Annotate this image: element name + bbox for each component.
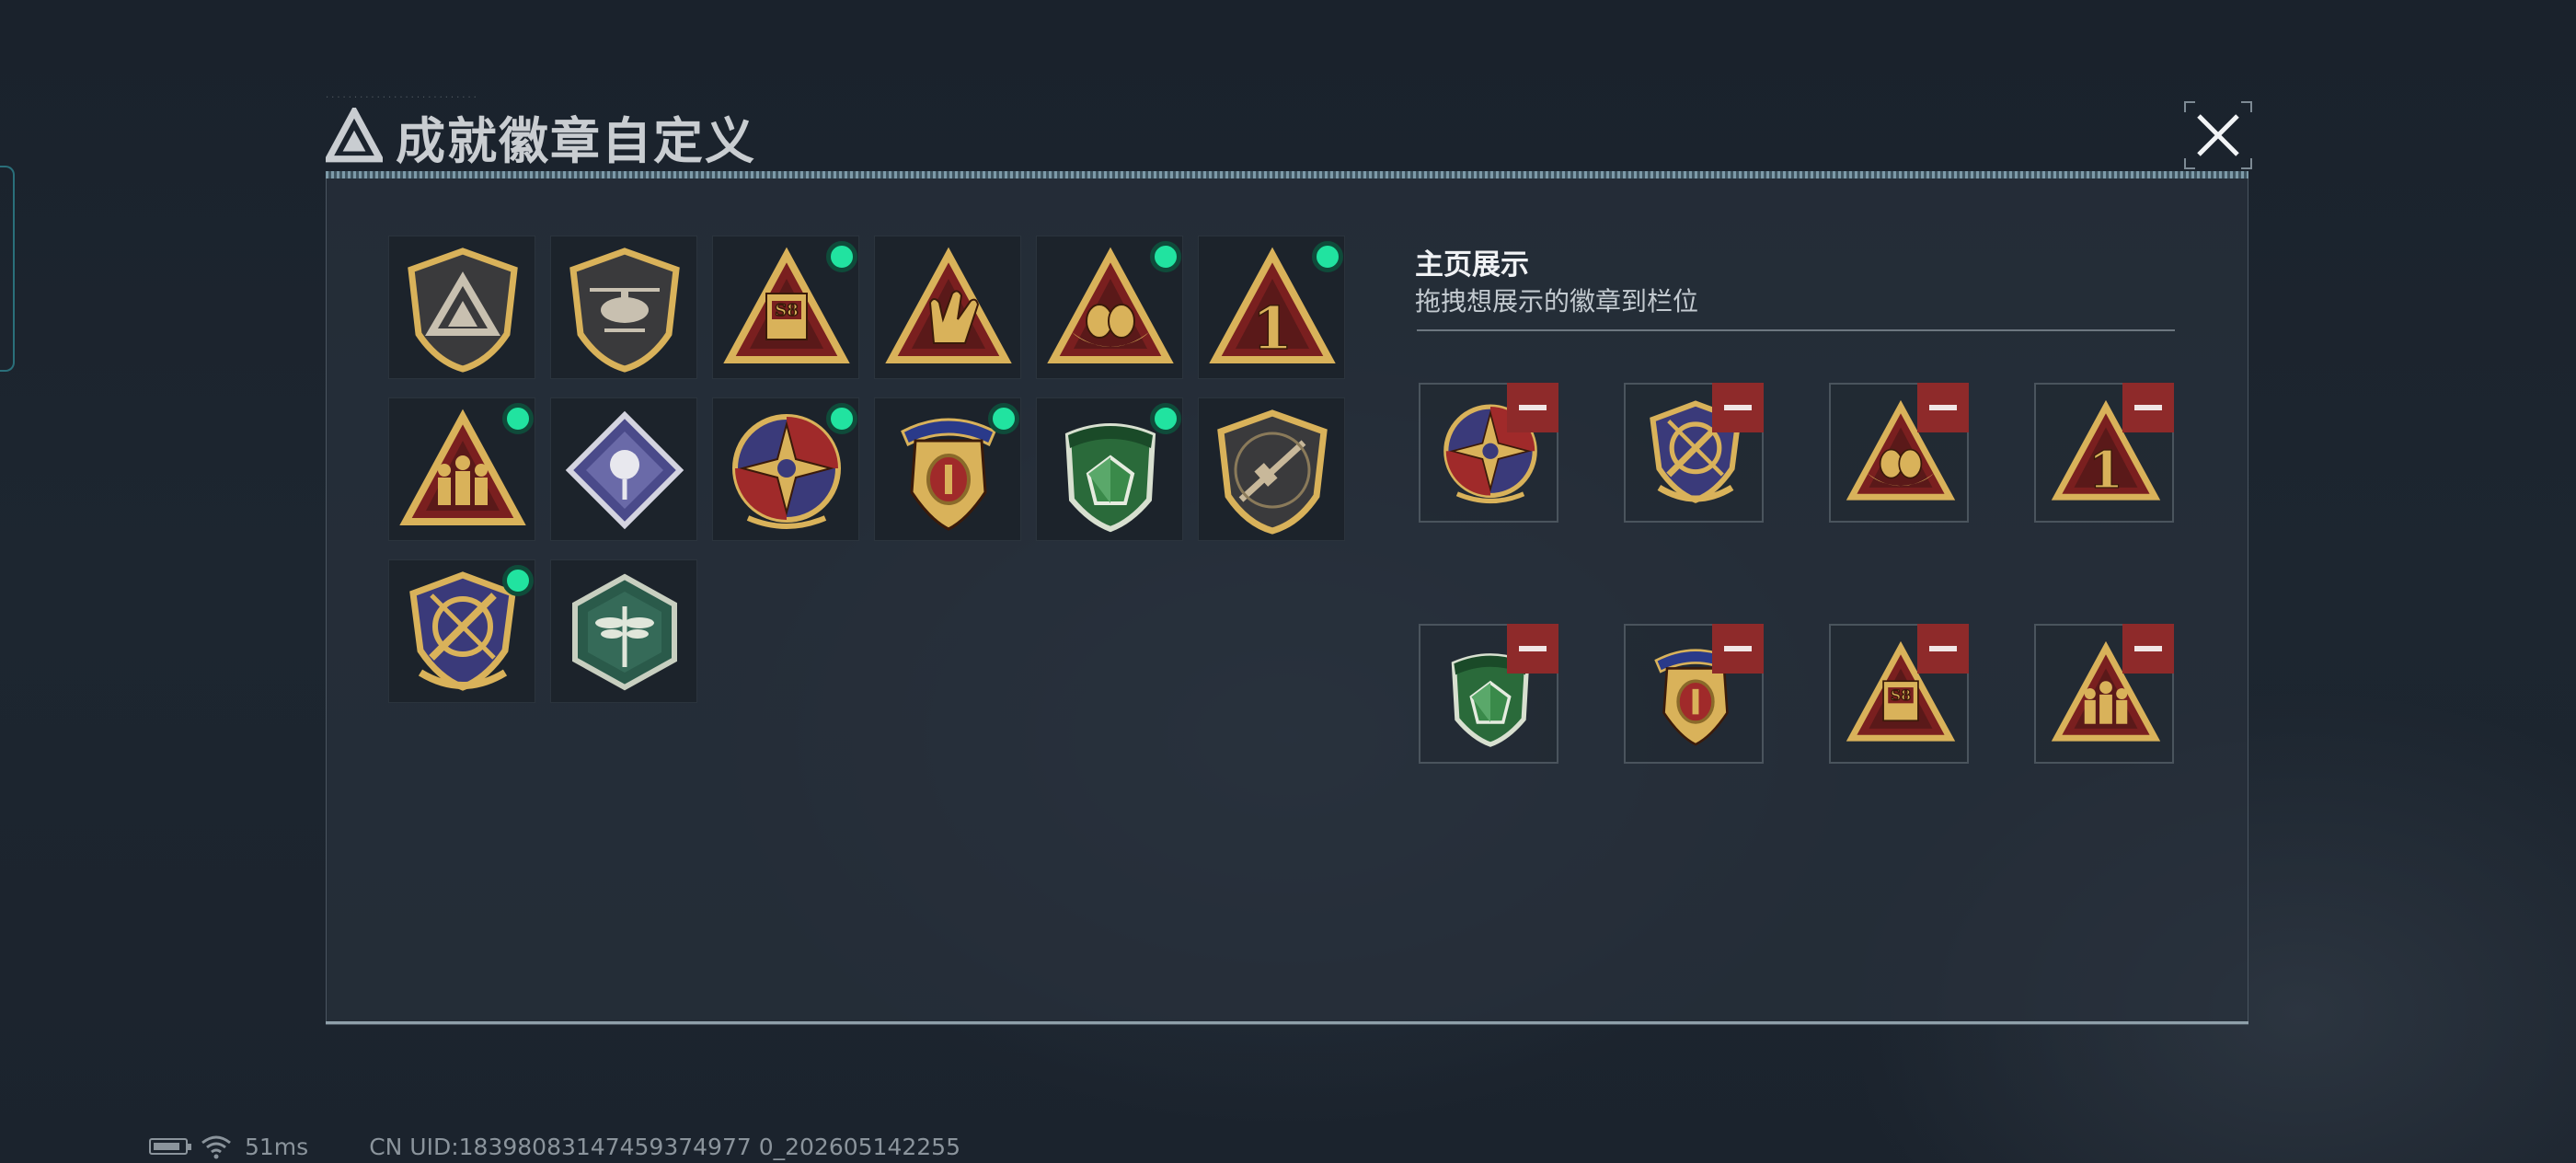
shaka-hand-triangle-badge-icon xyxy=(885,247,1012,363)
badge-triangle-logo-shield[interactable] xyxy=(388,236,535,379)
new-indicator-dot xyxy=(826,403,857,434)
game-logo-icon xyxy=(326,108,383,163)
svg-text:1: 1 xyxy=(1252,294,1294,363)
badge-rose-diamond[interactable] xyxy=(550,397,697,541)
new-indicator-dot xyxy=(502,565,534,596)
close-icon xyxy=(2197,114,2239,156)
badge-helicopter-shield[interactable] xyxy=(550,236,697,379)
ping-readout: 51ms xyxy=(245,1133,309,1160)
remove-badge-button[interactable] xyxy=(2122,383,2174,432)
remove-badge-button[interactable] xyxy=(1507,624,1558,674)
badge-winged-emblem-banner[interactable] xyxy=(874,397,1021,541)
remove-badge-button[interactable] xyxy=(1917,624,1969,674)
new-indicator-dot xyxy=(502,403,534,434)
battery-icon xyxy=(149,1138,191,1155)
wifi-icon xyxy=(201,1135,231,1159)
showcase-divider xyxy=(1417,329,2175,331)
rose-diamond-badge-icon xyxy=(565,410,684,530)
badge-crossed-swords-wreath[interactable] xyxy=(388,559,535,703)
showcase-slot-2[interactable] xyxy=(1624,383,1764,523)
uid-readout: CN UID:18398083147459374977 0_2026051422… xyxy=(369,1133,960,1160)
showcase-slot-1[interactable] xyxy=(1419,383,1558,523)
new-indicator-dot xyxy=(826,241,857,272)
helicopter-shield-badge-icon xyxy=(569,248,680,373)
panel-top-border xyxy=(326,171,2248,178)
badge-compass-star-round[interactable] xyxy=(712,397,859,541)
new-indicator-dot xyxy=(1312,241,1343,272)
badge-shaka-hand-triangle[interactable] xyxy=(874,236,1021,379)
remove-badge-button[interactable] xyxy=(1712,383,1764,432)
remove-badge-button[interactable] xyxy=(2122,624,2174,674)
new-indicator-dot xyxy=(1150,403,1181,434)
badge-eggs-nest-triangle[interactable] xyxy=(1036,236,1183,379)
badge-dragonfly-hexagon[interactable] xyxy=(550,559,697,703)
new-indicator-dot xyxy=(1150,241,1181,272)
window-header: 成就徽章自定义 xyxy=(326,99,756,173)
badge-number-one-triangle[interactable]: 1 xyxy=(1198,236,1345,379)
rifle-shield-badge-icon xyxy=(1217,409,1328,535)
showcase-title: 主页展示 xyxy=(1415,248,1529,282)
new-indicator-dot xyxy=(988,403,1019,434)
showcase-slot-7[interactable]: S8 xyxy=(1829,624,1969,764)
remove-badge-button[interactable] xyxy=(1712,624,1764,674)
showcase-slot-4[interactable]: 1 xyxy=(2034,383,2174,523)
panel-bottom-border xyxy=(326,1021,2248,1024)
status-bar: 51ms CN UID:18398083147459374977 0_20260… xyxy=(149,1133,960,1160)
remove-badge-button[interactable] xyxy=(1507,383,1558,432)
svg-text:S8: S8 xyxy=(1891,686,1911,704)
triangle-logo-shield-badge-icon xyxy=(408,248,518,373)
badge-soldiers-triangle[interactable] xyxy=(388,397,535,541)
svg-text:S8: S8 xyxy=(775,301,799,320)
remove-badge-button[interactable] xyxy=(1917,383,1969,432)
showcase-slot-5[interactable] xyxy=(1419,624,1558,764)
close-button[interactable] xyxy=(2184,101,2252,169)
badge-green-gem-shield[interactable] xyxy=(1036,397,1183,541)
dragonfly-hexagon-badge-icon xyxy=(572,573,677,691)
showcase-slot-3[interactable] xyxy=(1829,383,1969,523)
showcase-slot-6[interactable] xyxy=(1624,624,1764,764)
badge-s8-tower-triangle[interactable]: S8 xyxy=(712,236,859,379)
side-drawer-tab[interactable] xyxy=(0,166,15,372)
showcase-subtitle: 拖拽想展示的徽章到栏位 xyxy=(1415,286,1699,317)
badge-rifle-shield[interactable] xyxy=(1198,397,1345,541)
svg-text:1: 1 xyxy=(2088,440,2123,500)
page-title: 成就徽章自定义 xyxy=(396,111,756,170)
showcase-slot-8[interactable] xyxy=(2034,624,2174,764)
